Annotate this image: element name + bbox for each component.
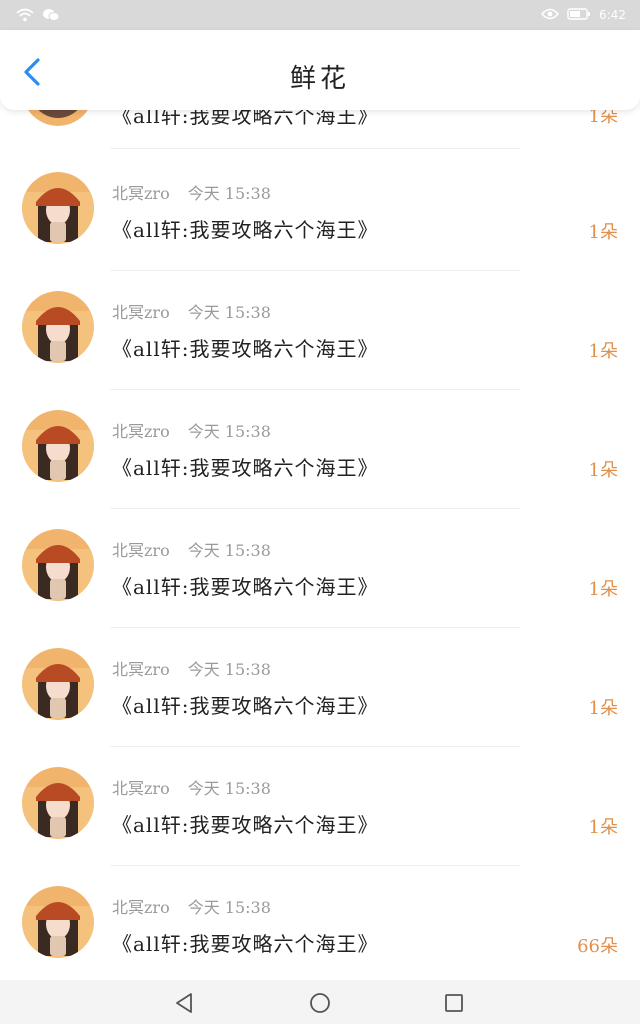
timestamp: 今天 15:38 [187,541,271,560]
username[interactable]: 北冥zro [112,422,170,441]
meta: 北冥zro 今天 15:38 [112,775,271,799]
nav-back-button[interactable] [172,990,198,1016]
header: 鲜花 [0,30,640,110]
book-title[interactable]: 《all轩:我要攻略六个海王》 [112,928,378,957]
eye-icon [540,8,560,23]
list-item[interactable]: 北冥zro 今天 15:38 《all轩:我要攻略六个海王》 66朵 [0,886,640,980]
list-item[interactable]: 北冥zro 今天 15:38 《all轩:我要攻略六个海王》 1朵 [0,410,640,529]
meta: 北冥zro 今天 15:38 [112,299,271,323]
avatar[interactable] [22,172,94,244]
list-item[interactable]: 北冥zro 今天 15:38 《all轩:我要攻略六个海王》 1朵 [0,767,640,886]
avatar[interactable] [22,291,94,363]
timestamp: 今天 15:38 [187,184,271,203]
flower-list: 《all轩:我要攻略六个海王》 1朵 北冥zro 今天 15:38 《all轩:我… [0,30,640,980]
book-title[interactable]: 《all轩:我要攻略六个海王》 [112,690,378,719]
avatar[interactable] [22,410,94,482]
wifi-icon [16,7,34,26]
divider [110,508,520,509]
flower-count: 1朵 [588,341,618,362]
timestamp: 今天 15:38 [187,303,271,322]
username[interactable]: 北冥zro [112,541,170,560]
status-bar: 6:42 [0,0,640,30]
avatar[interactable] [22,648,94,720]
avatar[interactable] [22,529,94,601]
nav-recents-button[interactable] [441,990,467,1016]
status-time: 6:42 [599,8,626,22]
meta: 北冥zro 今天 15:38 [112,537,271,561]
meta: 北冥zro 今天 15:38 [112,656,271,680]
book-title[interactable]: 《all轩:我要攻略六个海王》 [112,452,378,481]
status-left [16,7,60,26]
list-item[interactable]: 北冥zro 今天 15:38 《all轩:我要攻略六个海王》 1朵 [0,291,640,410]
username[interactable]: 北冥zro [112,303,170,322]
meta: 北冥zro 今天 15:38 [112,894,271,918]
flower-count: 1朵 [588,460,618,481]
timestamp: 今天 15:38 [187,422,271,441]
divider [110,389,520,390]
book-title[interactable]: 《all轩:我要攻略六个海王》 [112,809,378,838]
divider [110,746,520,747]
status-right: 6:42 [540,7,626,23]
timestamp: 今天 15:38 [187,779,271,798]
page-title: 鲜花 [289,64,350,94]
flower-count: 1朵 [588,579,618,600]
avatar[interactable] [22,886,94,958]
battery-icon [567,7,591,23]
list-item[interactable]: 北冥zro 今天 15:38 《all轩:我要攻略六个海王》 1朵 [0,529,640,648]
flower-count: 1朵 [588,698,618,719]
username[interactable]: 北冥zro [112,184,170,203]
username[interactable]: 北冥zro [112,779,170,798]
divider [110,148,520,149]
meta: 北冥zro 今天 15:38 [112,180,271,204]
list-item[interactable]: 北冥zro 今天 15:38 《all轩:我要攻略六个海王》 1朵 [0,172,640,291]
username[interactable]: 北冥zro [112,898,170,917]
book-title[interactable]: 《all轩:我要攻略六个海王》 [112,214,378,243]
avatar[interactable] [22,767,94,839]
list-item[interactable]: 北冥zro 今天 15:38 《all轩:我要攻略六个海王》 1朵 [0,648,640,767]
divider [110,270,520,271]
recents-square-icon [445,994,463,1012]
wechat-icon [42,7,60,26]
divider [110,865,520,866]
home-circle-icon [310,993,330,1013]
flower-count: 1朵 [588,817,618,838]
nav-home-button[interactable] [307,990,333,1016]
book-title[interactable]: 《all轩:我要攻略六个海王》 [112,333,378,362]
username[interactable]: 北冥zro [112,660,170,679]
back-triangle-icon [176,993,192,1013]
system-nav-bar [0,980,640,1024]
meta: 北冥zro 今天 15:38 [112,418,271,442]
book-title[interactable]: 《all轩:我要攻略六个海王》 [112,571,378,600]
timestamp: 今天 15:38 [187,660,271,679]
flower-count: 66朵 [577,936,618,957]
flower-count: 1朵 [588,222,618,243]
timestamp: 今天 15:38 [187,898,271,917]
divider [110,627,520,628]
